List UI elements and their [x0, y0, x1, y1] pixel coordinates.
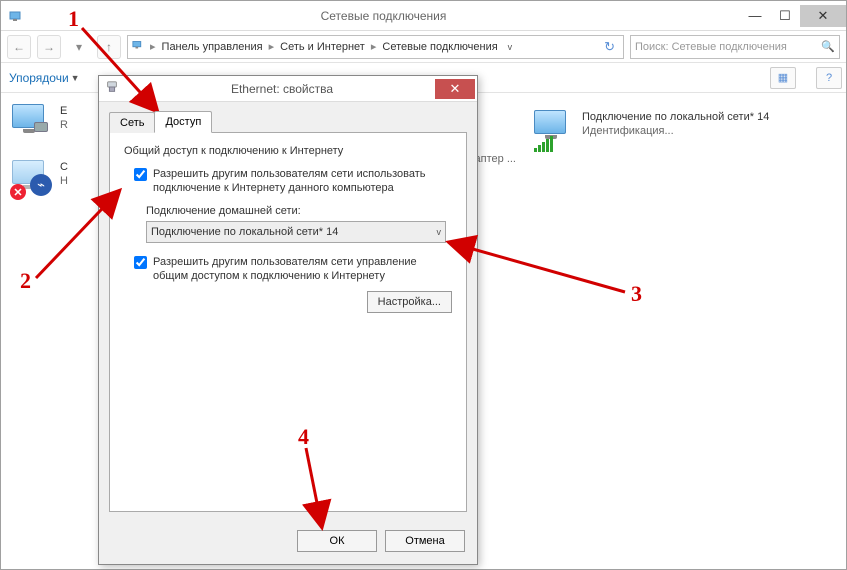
dialog-titlebar: Ethernet: свойства ✕ [99, 76, 477, 102]
chevron-down-icon: ▼ [71, 73, 80, 83]
annotation-number-4: 4 [298, 424, 309, 450]
search-placeholder: Поиск: Сетевые подключения [635, 41, 787, 53]
help-button[interactable]: ? [816, 67, 842, 89]
separator-icon: ▸ [150, 40, 156, 53]
separator-icon: ▸ [269, 40, 275, 53]
checkbox-input[interactable] [134, 256, 147, 269]
maximize-button[interactable]: ☐ [770, 5, 800, 27]
item-sub: R [60, 118, 68, 132]
cancel-button[interactable]: Отмена [385, 530, 465, 552]
search-icon: 🔍 [821, 40, 835, 53]
breadcrumb[interactable]: ▸ Панель управления ▸ Сеть и Интернет ▸ … [127, 35, 624, 59]
home-network-label: Подключение домашней сети: [146, 205, 452, 217]
dialog-title: Ethernet: свойства [129, 82, 435, 96]
crumb-connections[interactable]: Сетевые подключения [380, 41, 499, 53]
checkbox-input[interactable] [134, 168, 147, 181]
adapter-icon [105, 80, 123, 97]
annotation-number-1: 1 [68, 6, 79, 32]
chevron-down-icon: v [437, 227, 442, 237]
tab-strip: Сеть Доступ [99, 108, 477, 132]
separator-icon: ▸ [371, 40, 377, 53]
tab-panel-access: Общий доступ к подключению к Интернету Р… [109, 132, 467, 512]
button-label: ОК [330, 535, 345, 547]
checkbox-label: Разрешить другим пользователям сети упра… [153, 255, 452, 283]
location-icon [132, 38, 146, 55]
item-sub: Идентификация... [582, 124, 769, 138]
ok-button[interactable]: ОК [297, 530, 377, 552]
annotation-number-3: 3 [631, 281, 642, 307]
crumb-network[interactable]: Сеть и Интернет [278, 41, 367, 53]
window-buttons: — ☐ ✕ [740, 5, 846, 27]
checkbox-allow-sharing[interactable]: Разрешить другим пользователям сети испо… [134, 167, 452, 195]
disabled-badge-icon: ✕ [10, 184, 26, 200]
wifi-icon [534, 110, 576, 150]
select-value: Подключение по локальной сети* 14 [151, 226, 338, 238]
history-dropdown[interactable]: ▾ [67, 35, 91, 59]
connection-item-ethernet[interactable]: E R [9, 101, 79, 149]
minimize-button[interactable]: — [740, 5, 770, 27]
ethernet-icon [12, 104, 54, 144]
item-title: E [60, 104, 68, 118]
item-title: C [60, 160, 68, 174]
up-button[interactable]: ↑ [97, 35, 121, 59]
button-label: Отмена [405, 535, 444, 547]
settings-button[interactable]: Настройка... [367, 291, 452, 313]
view-icons-button[interactable]: ▦ [770, 67, 796, 89]
crumb-control-panel[interactable]: Панель управления [160, 41, 265, 53]
app-icon [7, 6, 27, 26]
close-button[interactable]: ✕ [800, 5, 846, 27]
tab-network-label: Сеть [120, 117, 144, 129]
tab-access[interactable]: Доступ [154, 111, 212, 133]
explorer-title: Сетевые подключения [27, 9, 740, 23]
connection-item-local[interactable]: Подключение по локальной сети* 14 Иденти… [531, 107, 811, 155]
forward-button[interactable]: → [37, 35, 61, 59]
connection-item-bluetooth[interactable]: ⌁ ✕ C Н [9, 157, 79, 205]
dialog-close-button[interactable]: ✕ [435, 79, 475, 99]
chevron-down-icon[interactable]: v [508, 42, 513, 52]
tab-access-label: Доступ [165, 116, 201, 128]
search-input[interactable]: Поиск: Сетевые подключения 🔍 [630, 35, 840, 59]
item-sub: Н [60, 174, 68, 188]
explorer-titlebar: Сетевые подключения — ☐ ✕ [1, 1, 846, 31]
item-title: Подключение по локальной сети* 14 [582, 110, 769, 124]
bluetooth-icon: ⌁ ✕ [12, 160, 54, 200]
button-label: Настройка... [378, 296, 441, 308]
annotation-number-2: 2 [20, 268, 31, 294]
properties-dialog: Ethernet: свойства ✕ Сеть Доступ Общий д… [98, 75, 478, 565]
home-network-select[interactable]: Подключение по локальной сети* 14 v [146, 221, 446, 243]
checkbox-label: Разрешить другим пользователям сети испо… [153, 167, 452, 195]
organize-label: Упорядочи [9, 71, 69, 85]
back-button[interactable]: ← [7, 35, 31, 59]
checkbox-allow-control[interactable]: Разрешить другим пользователям сети упра… [134, 255, 452, 283]
dialog-buttons: ОК Отмена [297, 530, 465, 552]
address-bar: ← → ▾ ↑ ▸ Панель управления ▸ Сеть и Инт… [1, 31, 846, 63]
organize-menu[interactable]: Упорядочи ▼ [9, 71, 80, 85]
tab-network[interactable]: Сеть [109, 112, 155, 133]
section-title: Общий доступ к подключению к Интернету [124, 145, 452, 157]
refresh-button[interactable]: ↻ [600, 39, 619, 55]
